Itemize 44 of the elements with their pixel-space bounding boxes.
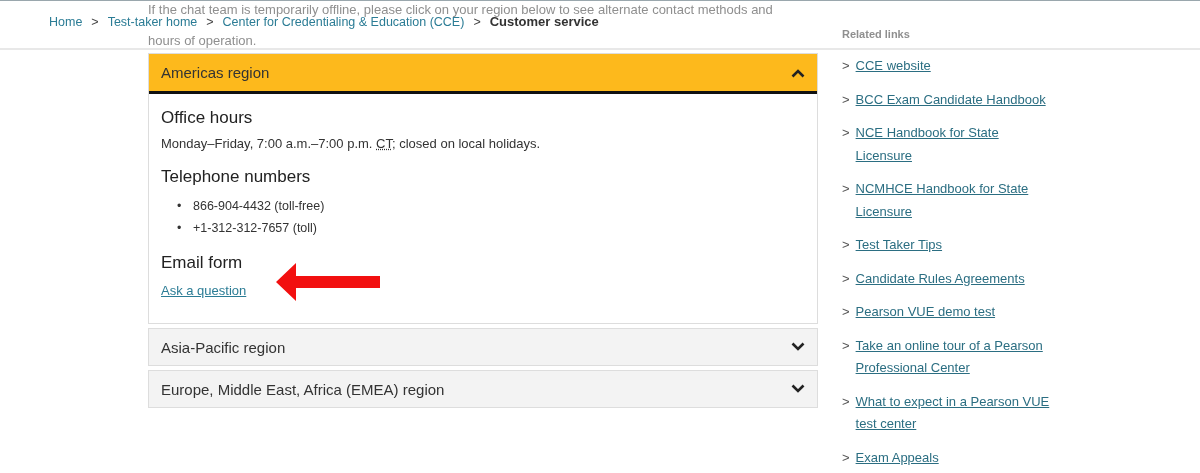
link-marker: > bbox=[842, 269, 850, 288]
link-marker: > bbox=[842, 336, 850, 355]
ask-question-link[interactable]: Ask a question bbox=[161, 283, 247, 298]
accordion-header[interactable]: Europe, Middle East, Africa (EMEA) region bbox=[149, 371, 817, 407]
office-hours-text: Monday–Friday, 7:00 a.m.–7:00 p.m. CT; closed on local holidays. bbox=[161, 136, 542, 151]
intro-text-line: If the chat team is temporarily offline, please click on your region below to see alternate contact methods and bbox=[148, 2, 773, 17]
link-marker: > bbox=[842, 124, 850, 142]
breadcrumb-link[interactable]: Home bbox=[49, 14, 83, 29]
link-marker: > bbox=[842, 236, 850, 254]
related-link[interactable]: Candidate Rules Agreements bbox=[855, 267, 1025, 290]
phone-number: 866-904-4432 (toll-free) bbox=[193, 199, 325, 213]
related-link[interactable]: Take an online tour of a Pearson Professional Center bbox=[855, 334, 1057, 380]
link-marker: > bbox=[842, 448, 850, 467]
phone-number: +1-312-312-7657 (toll) bbox=[193, 221, 318, 235]
related-link[interactable]: Exam Appeals bbox=[855, 446, 939, 469]
accordion-header[interactable]: Asia-Pacific region bbox=[149, 329, 817, 365]
link-marker: > bbox=[842, 57, 850, 75]
bullet-marker: • bbox=[177, 198, 183, 215]
related-link[interactable]: Pearson VUE demo test bbox=[855, 301, 996, 324]
section-heading: Email form bbox=[161, 253, 244, 273]
link-marker: > bbox=[842, 180, 850, 198]
breadcrumb-link[interactable]: Test-taker home bbox=[107, 14, 198, 29]
chevron-down-icon bbox=[791, 384, 805, 394]
chevron-down-icon bbox=[791, 342, 805, 352]
accordion-header[interactable]: Americas region bbox=[149, 54, 817, 94]
related-link[interactable]: NCE Handbook for State Licensure bbox=[855, 122, 1057, 167]
arrow-icon bbox=[276, 263, 381, 301]
related-link[interactable]: BCC Exam Candidate Handbook bbox=[855, 88, 1046, 111]
intro-text-line: hours of operation. bbox=[148, 33, 257, 48]
breadcrumb-separator: > bbox=[473, 14, 481, 29]
related-link[interactable]: NCMHCE Handbook for State Licensure bbox=[855, 178, 1057, 223]
related-link[interactable]: Test Taker Tips bbox=[855, 234, 943, 257]
section-heading: Telephone numbers bbox=[161, 167, 312, 187]
link-marker: > bbox=[842, 392, 850, 411]
sidebar-title: Related links bbox=[842, 27, 911, 42]
breadcrumb-separator: > bbox=[91, 14, 99, 29]
section-heading: Office hours bbox=[161, 108, 254, 128]
link-marker: > bbox=[842, 90, 850, 109]
related-link[interactable]: CCE website bbox=[855, 55, 931, 78]
chevron-up-icon bbox=[791, 67, 805, 78]
related-link[interactable]: What to expect in a Pearson VUE test center bbox=[855, 390, 1057, 436]
bullet-marker: • bbox=[177, 220, 183, 237]
breadcrumb-separator: > bbox=[206, 14, 214, 29]
link-marker: > bbox=[842, 303, 850, 321]
